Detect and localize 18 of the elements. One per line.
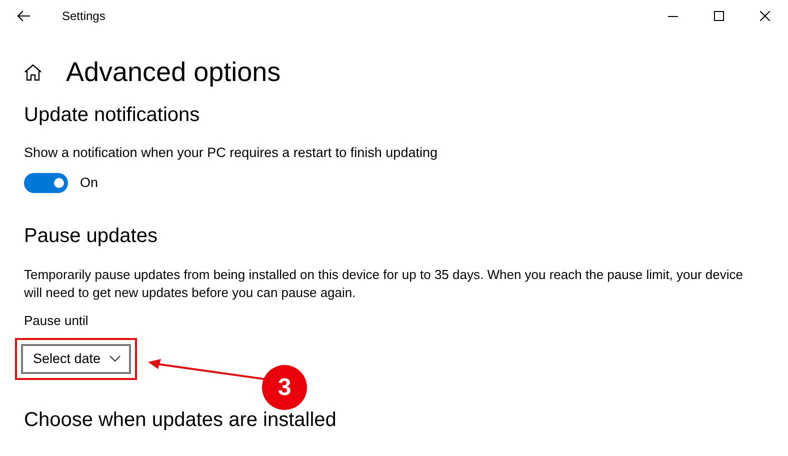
section-heading: Choose when updates are installed: [24, 408, 338, 433]
section-heading: Pause updates: [24, 224, 158, 250]
close-icon: [760, 11, 770, 21]
window-title: Settings: [62, 8, 106, 25]
chevron-icon: [109, 355, 121, 362]
date-dropdown[interactable]: Select date: [21, 344, 131, 374]
page-title: Advanced options: [66, 58, 281, 86]
maximize-icon: [714, 11, 724, 21]
field-label: Pause until: [24, 312, 90, 330]
section-heading: Update notifications: [24, 103, 201, 128]
setting-description: Show a notification when your PC requires a restart to finish updating: [24, 145, 438, 162]
annotation-badge: 3: [262, 365, 307, 410]
home-icon[interactable]: [24, 64, 42, 80]
toggle-switch[interactable]: [24, 173, 68, 193]
toggle-thumb: [54, 178, 64, 188]
back-icon: [17, 10, 31, 22]
setting-description: Temporarily pause updates from being installed on this device for up to 35 days. When you reach the pause limit, your device will need to get new updates before you can pause again.: [24, 266, 744, 302]
toggle-label: On: [80, 174, 98, 192]
